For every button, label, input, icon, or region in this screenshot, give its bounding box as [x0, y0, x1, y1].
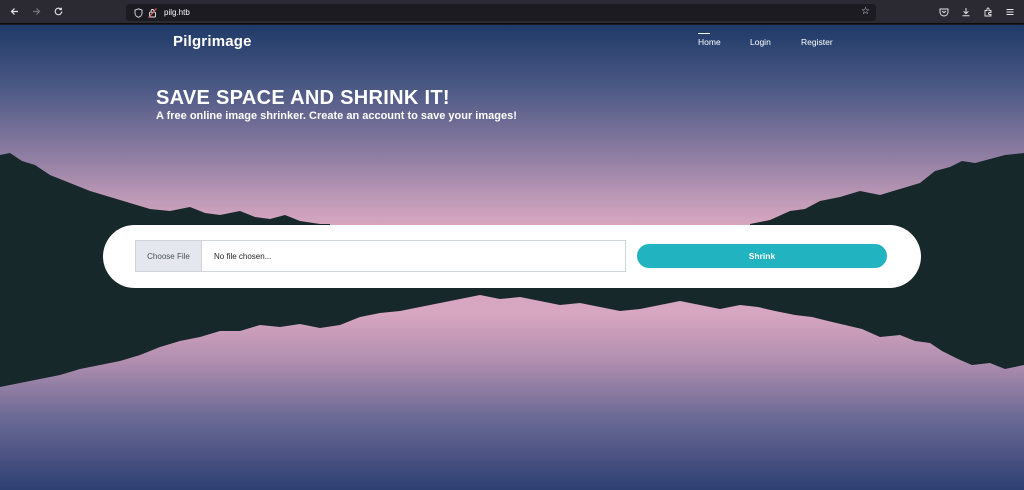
nav-login-link[interactable]: Login: [750, 37, 771, 47]
upload-panel: Choose File No file chosen... Shrink: [103, 225, 921, 288]
arrow-left-icon: [10, 8, 18, 15]
reload-icon: [54, 7, 62, 16]
nav-home-link[interactable]: Home: [698, 33, 721, 47]
url-text: pilg.htb: [164, 8, 190, 17]
hero-title: SAVE SPACE AND SHRINK IT!: [156, 87, 450, 109]
browser-toolbar: pilg.htb ☆: [0, 0, 1024, 24]
reload-button[interactable]: [47, 1, 69, 23]
arrow-right-icon: [32, 8, 40, 15]
extensions-icon[interactable]: [980, 4, 996, 20]
forward-button[interactable]: [25, 1, 47, 23]
back-button[interactable]: [3, 1, 25, 23]
site-header: Pilgrimage Home Login Register: [0, 25, 1024, 65]
bookmark-star-icon[interactable]: ☆: [861, 6, 870, 17]
url-bar[interactable]: pilg.htb ☆: [126, 4, 876, 21]
download-icon[interactable]: [958, 4, 974, 20]
pocket-icon[interactable]: [936, 4, 952, 20]
file-input[interactable]: Choose File No file chosen...: [135, 240, 626, 272]
shrink-button[interactable]: Shrink: [637, 244, 887, 268]
nav-register-link[interactable]: Register: [801, 37, 833, 47]
menu-icon[interactable]: [1002, 4, 1018, 20]
page-viewport: Pilgrimage Home Login Register SAVE SPAC…: [0, 25, 1024, 490]
shield-icon: [132, 7, 144, 19]
brand-logo[interactable]: Pilgrimage: [173, 33, 252, 50]
hero-subtitle: A free online image shrinker. Create an …: [156, 110, 517, 122]
insecure-lock-icon: [146, 7, 158, 19]
file-name-label: No file chosen...: [214, 251, 272, 261]
choose-file-button[interactable]: Choose File: [136, 241, 202, 271]
